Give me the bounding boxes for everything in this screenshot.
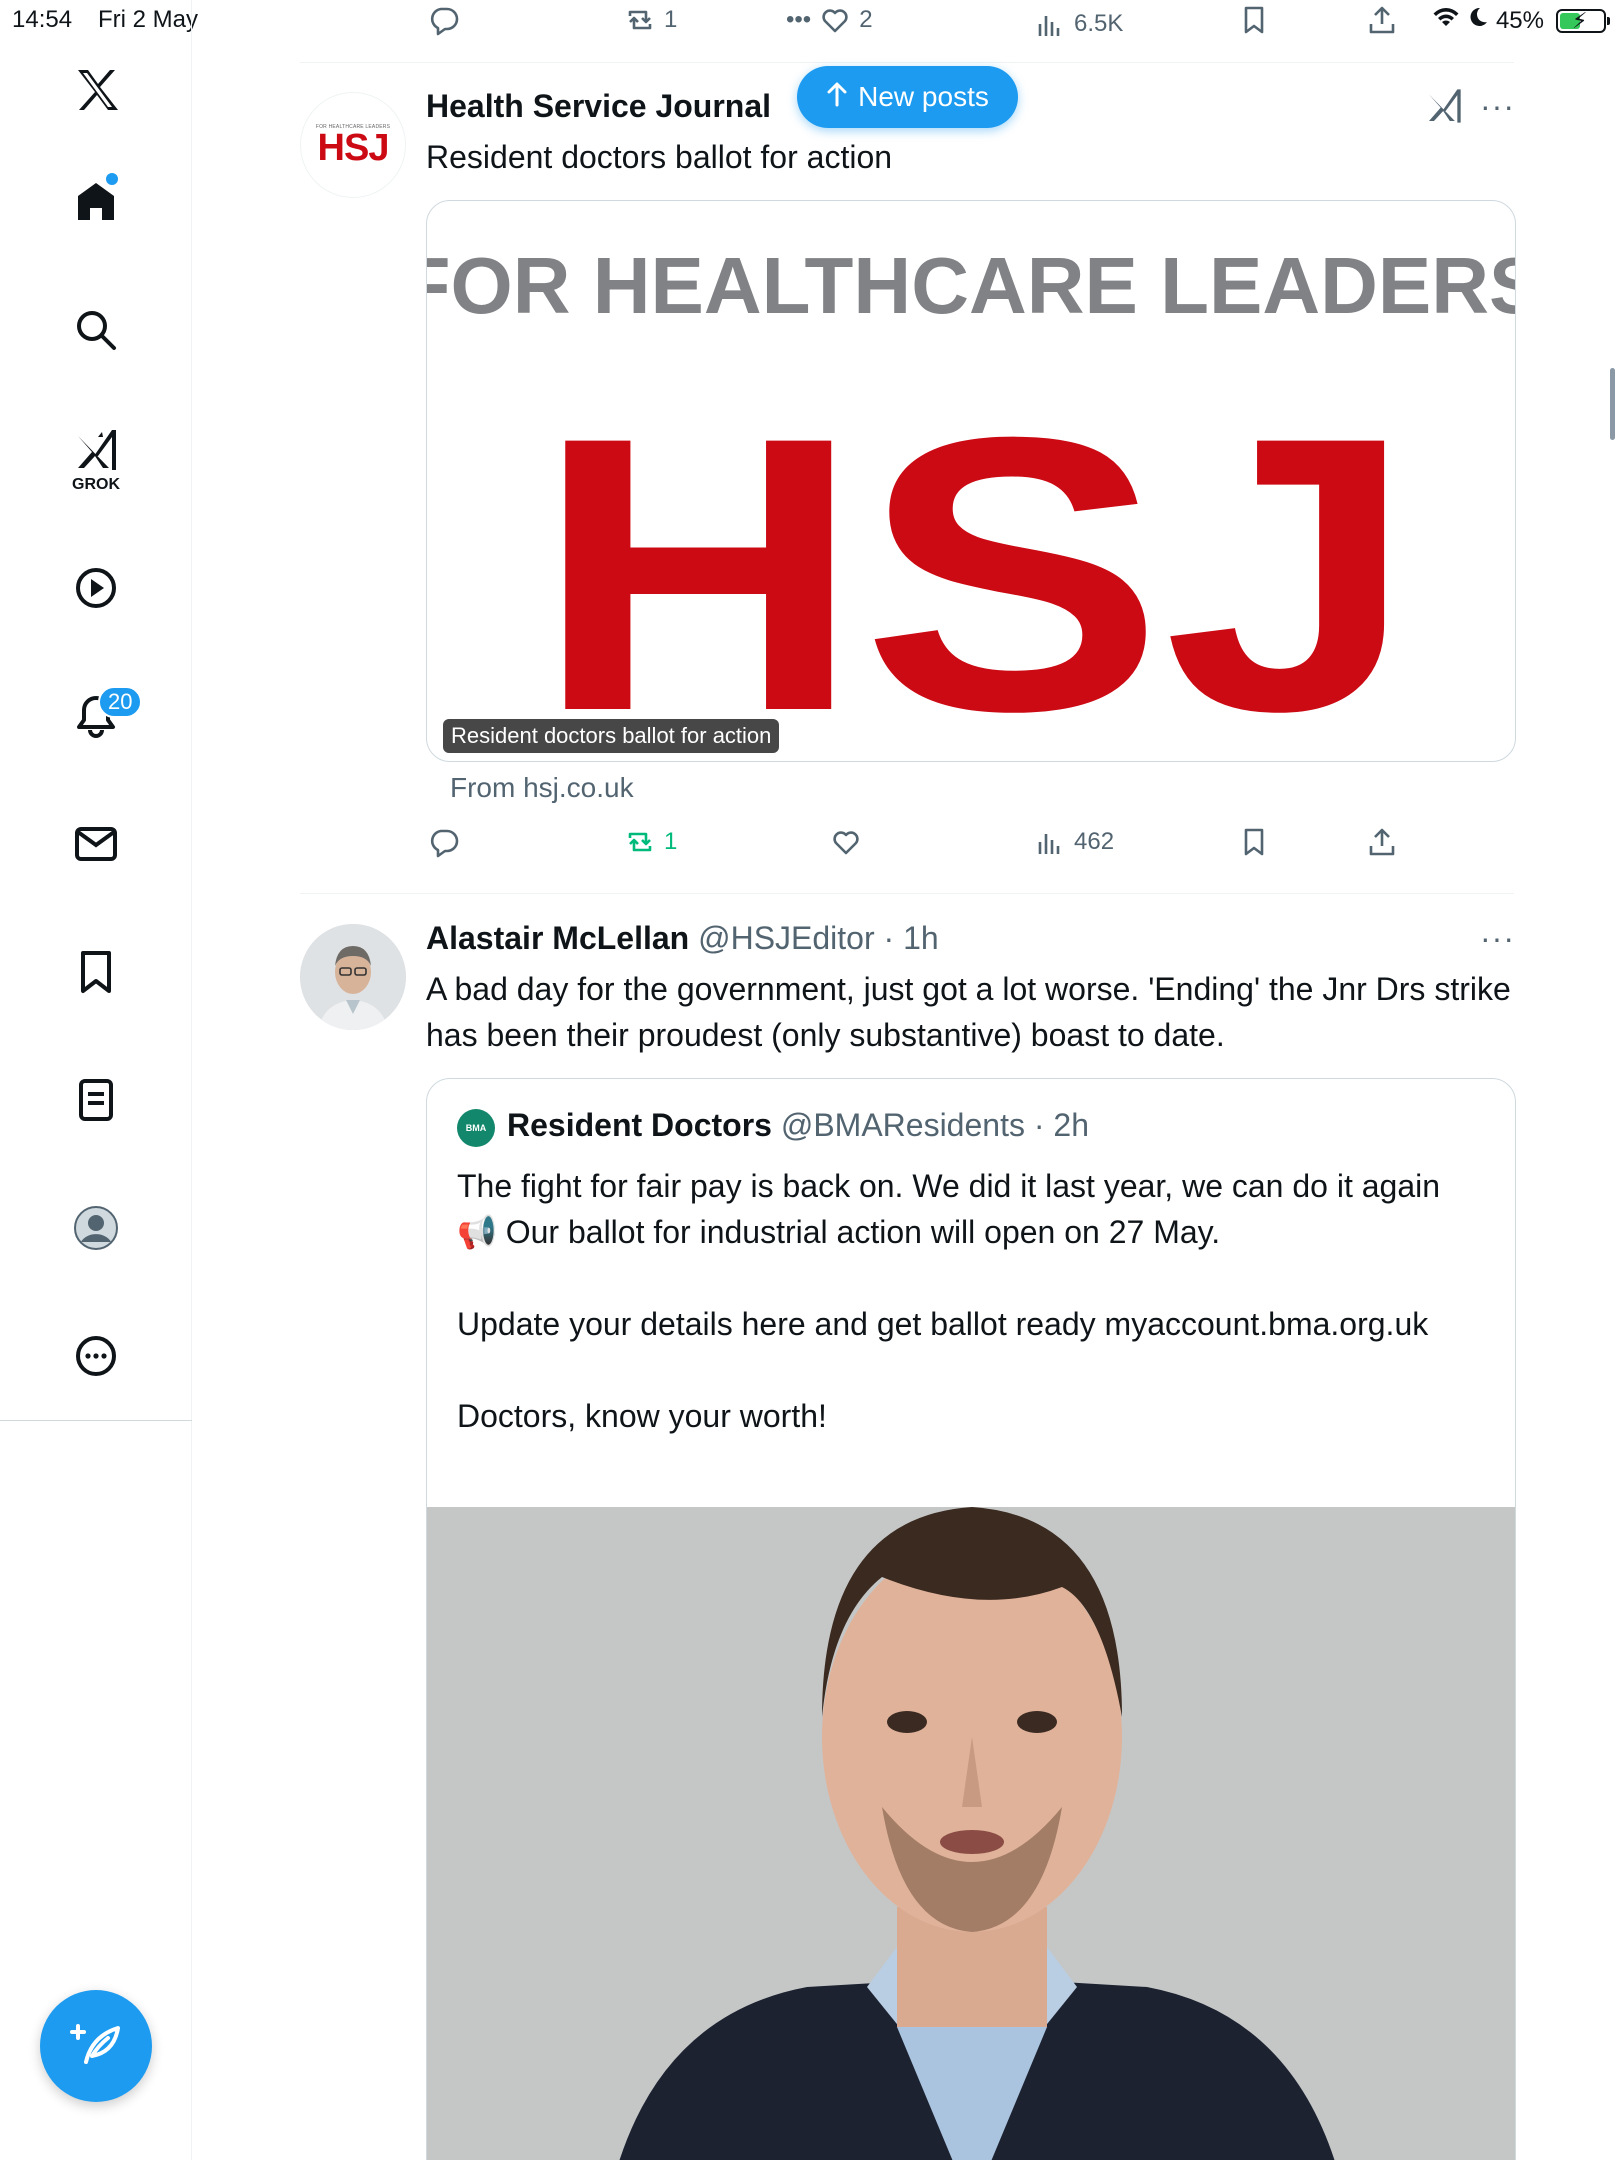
views-icon — [1038, 834, 1060, 854]
views-button[interactable]: 462 — [1034, 826, 1114, 858]
card-caption: Resident doctors ballot for action — [443, 719, 780, 753]
bma-avatar: BMA — [457, 1109, 495, 1147]
heart-icon — [822, 9, 848, 33]
more-icon[interactable] — [66, 1326, 126, 1386]
feed-divider — [300, 893, 1514, 894]
link-card[interactable]: FOR HEALTHCARE LEADERS HSJ Resident doct… — [426, 200, 1516, 762]
card-source[interactable]: From hsj.co.uk — [450, 772, 634, 804]
sidebar-divider — [0, 1420, 192, 1421]
tweet2-author-name: Alastair McLellan — [426, 920, 690, 956]
home-unread-dot — [106, 173, 118, 185]
reply-icon — [430, 829, 459, 858]
tweet2-author[interactable]: Alastair McLellan @HSJEditor · 1h — [426, 920, 939, 957]
quote-handle: @BMAResidents — [780, 1107, 1025, 1143]
card-logo-main: HSJ — [535, 356, 1415, 762]
profile-icon[interactable] — [66, 1198, 126, 1258]
reply-button[interactable] — [428, 826, 460, 858]
compose-button[interactable] — [40, 1990, 152, 2102]
feed-divider — [300, 62, 1514, 63]
quote-line: Doctors, know your worth! — [457, 1398, 827, 1434]
reply-button[interactable] — [428, 4, 460, 36]
new-posts-label: New posts — [858, 81, 989, 112]
tweet2-more-button[interactable]: ··· — [1480, 920, 1515, 957]
quote-time: 2h — [1053, 1107, 1089, 1143]
x-logo-icon[interactable] — [66, 60, 126, 120]
like-count: 2 — [859, 6, 873, 33]
quoted-tweet[interactable]: BMA Resident Doctors @BMAResidents · 2h … — [426, 1078, 1516, 2160]
notifications-badge: 20 — [98, 686, 143, 718]
views-icon — [1038, 16, 1060, 36]
bookmark-button[interactable] — [1238, 4, 1270, 36]
tweet2-text: A bad day for the government, just got a… — [426, 971, 1511, 1053]
bookmark-icon — [1244, 828, 1264, 856]
alastair-avatar[interactable] — [300, 924, 406, 1030]
share-icon — [1369, 828, 1395, 856]
arrow-up-icon — [826, 81, 848, 114]
bookmark-icon — [1244, 6, 1264, 34]
quote-line — [457, 1347, 1487, 1393]
quote-line: Update your details here and get ballot … — [457, 1306, 1429, 1342]
quote-author: Resident Doctors @BMAResidents · 2h — [507, 1107, 1089, 1143]
tweet1-actions: 1 462 — [420, 826, 1420, 866]
grok-icon[interactable] — [1424, 86, 1464, 131]
hsj-avatar[interactable]: FOR HEALTHCARE LEADERS HSJ — [300, 92, 406, 198]
retweet-button[interactable]: 1 — [624, 4, 677, 36]
prev-tweet-actions: 1 ••• 2 6.5K — [420, 4, 1420, 44]
reply-icon — [430, 7, 459, 36]
views-count: 6.5K — [1074, 10, 1124, 37]
like-button[interactable]: ••• 2 — [786, 4, 873, 36]
quote-author-name: Resident Doctors — [507, 1107, 772, 1143]
retweet-button[interactable]: 1 — [624, 826, 677, 858]
lists-icon[interactable] — [66, 1070, 126, 1130]
bookmark-button[interactable] — [1238, 826, 1270, 858]
grok-icon[interactable] — [66, 420, 126, 480]
quote-text: The fight for fair pay is back on. We di… — [457, 1163, 1487, 1439]
card-logo-top: FOR HEALTHCARE LEADERS — [427, 241, 1516, 330]
tweet2-handle: @HSJEditor — [698, 920, 875, 956]
scrollbar[interactable] — [1610, 368, 1615, 440]
tweet1-text: Resident doctors ballot for action — [426, 139, 893, 175]
share-button[interactable] — [1366, 826, 1398, 858]
tweet1-author-name[interactable]: Health Service Journal — [426, 88, 771, 125]
quote-line: The fight for fair pay is back on. We di… — [457, 1168, 1441, 1250]
quote-line — [457, 1255, 1487, 1301]
new-posts-button[interactable]: New posts — [797, 66, 1018, 128]
like-button[interactable] — [830, 826, 862, 858]
views-count: 462 — [1074, 828, 1115, 855]
battery-percent: 45% — [1495, 6, 1544, 34]
views-button[interactable]: 6.5K — [1034, 8, 1123, 40]
sidebar: GROK 20 — [0, 0, 192, 2160]
messages-icon[interactable] — [66, 814, 126, 874]
tweet1-more-button[interactable]: ··· — [1480, 88, 1515, 125]
bookmarks-icon[interactable] — [66, 942, 126, 1002]
hsj-logo-image: FOR HEALTHCARE LEADERS HSJ — [427, 241, 1516, 762]
wifi-icon — [1432, 6, 1460, 35]
hsj-avatar-logo: HSJ — [317, 127, 390, 169]
retweet-count: 1 — [664, 828, 678, 855]
status-right: 45% ⚡ — [1432, 6, 1610, 35]
share-icon — [1369, 6, 1395, 34]
retweet-icon — [628, 832, 652, 852]
share-button[interactable] — [1366, 4, 1398, 36]
compose-icon — [68, 2016, 124, 2077]
moon-icon — [1468, 6, 1488, 35]
battery-icon: ⚡ — [1556, 8, 1610, 33]
tweet2-time: 1h — [903, 920, 939, 956]
grok-label: GROK — [72, 476, 120, 493]
retweet-icon — [628, 10, 652, 30]
video-icon[interactable] — [66, 558, 126, 618]
heart-icon — [833, 831, 859, 855]
quote-video-image[interactable] — [427, 1507, 1515, 2160]
search-icon[interactable] — [66, 300, 126, 360]
retweet-count: 1 — [664, 6, 678, 33]
